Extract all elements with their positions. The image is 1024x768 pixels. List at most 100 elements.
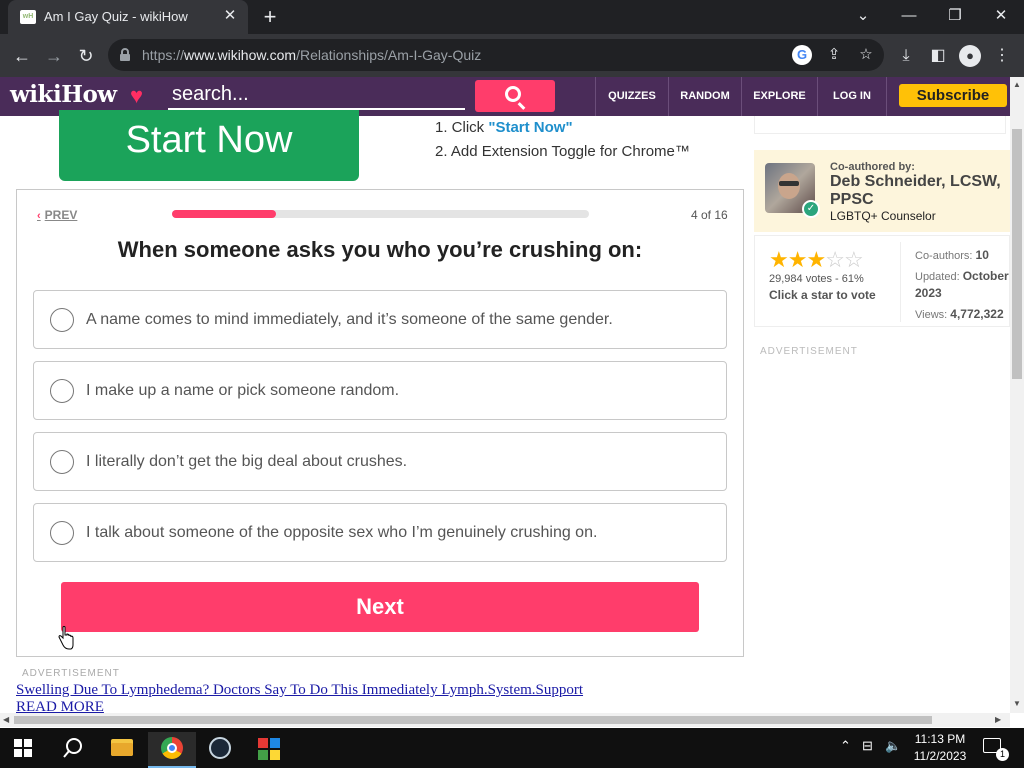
star-empty-icon[interactable]: ☆ — [825, 247, 845, 272]
author-box: ✓ Co-authored by: Deb Schneider, LCSW, P… — [754, 150, 1010, 232]
url-text[interactable]: https://www.wikihow.com/Relationships/Am… — [142, 47, 481, 63]
ad-link[interactable]: Swelling Due To Lymphedema? Doctors Say … — [16, 682, 583, 699]
minimize-icon[interactable]: — — [886, 0, 932, 34]
read-more-link[interactable]: READ MORE — [16, 699, 104, 713]
site-search-field[interactable] — [168, 81, 465, 110]
restore-icon[interactable]: ❐ — [932, 0, 978, 34]
side-panel-icon[interactable]: ◧ — [927, 45, 949, 67]
tab-title: Am I Gay Quiz - wikiHow — [44, 9, 188, 24]
subscribe-button[interactable]: Subscribe — [899, 84, 1007, 107]
hand-cursor-icon — [58, 626, 74, 650]
scroll-right-icon[interactable]: ▶ — [995, 715, 1001, 724]
profile-icon[interactable]: ● — [959, 45, 981, 67]
progress-bar-fill — [172, 210, 277, 218]
search-input[interactable] — [168, 81, 465, 108]
answer-option[interactable]: A name comes to mind immediately, and it… — [33, 290, 727, 349]
answer-option[interactable]: I literally don’t get the big deal about… — [33, 432, 727, 491]
windows-start-icon[interactable] — [14, 739, 32, 757]
forward-icon[interactable]: → — [40, 42, 68, 70]
updated-meta: Updated: October 2023 — [915, 269, 1009, 300]
chrome-taskbar-icon[interactable] — [148, 732, 196, 768]
answer-option-label: A name comes to mind immediately, and it… — [86, 311, 613, 328]
nav-login[interactable]: LOG IN — [817, 77, 887, 116]
radio-button-icon[interactable] — [50, 450, 74, 474]
scroll-left-icon[interactable]: ◀ — [3, 715, 9, 724]
wikihow-logo[interactable]: wikiHow — [10, 81, 117, 108]
extension-steps: 1. Click "Start Now" 2. Add Extension To… — [435, 116, 690, 164]
answer-option[interactable]: I talk about someone of the opposite sex… — [33, 503, 727, 562]
nav-explore[interactable]: EXPLORE — [741, 77, 817, 116]
network-icon[interactable]: ⊟ — [862, 738, 873, 754]
google-lens-icon[interactable]: G — [792, 45, 812, 65]
scroll-up-icon[interactable]: ▲ — [1013, 80, 1021, 89]
bookmark-star-icon[interactable]: ☆ — [856, 45, 876, 65]
clock-time: 11:13 PM — [914, 732, 966, 746]
browser-tab[interactable]: wH Am I Gay Quiz - wikiHow ✕ — [8, 0, 248, 34]
browser-toolbar: ← → ↻ https://www.wikihow.com/Relationsh… — [0, 34, 1024, 77]
views-meta: Views: 4,772,322 — [915, 307, 1004, 321]
heart-logo-icon: ♥ — [130, 83, 144, 108]
scrollbar-thumb[interactable] — [14, 716, 932, 724]
close-tab-icon[interactable]: ✕ — [220, 6, 240, 26]
answer-option-label: I talk about someone of the opposite sex… — [86, 524, 598, 541]
divider — [900, 242, 901, 322]
close-window-icon[interactable]: ✕ — [978, 0, 1024, 34]
reload-icon[interactable]: ↻ — [72, 42, 100, 70]
vote-count: 29,984 votes - 61% — [769, 273, 864, 285]
share-icon[interactable]: ⇪ — [824, 45, 844, 65]
search-button[interactable] — [475, 80, 555, 112]
radio-button-icon[interactable] — [50, 308, 74, 332]
taskbar-search-icon[interactable] — [62, 737, 84, 759]
answer-option[interactable]: I make up a name or pick someone random. — [33, 361, 727, 420]
ad-label: ADVERTISEMENT — [22, 668, 120, 679]
star-filled-icon[interactable]: ★ — [769, 247, 789, 272]
star-filled-icon[interactable]: ★ — [806, 247, 826, 272]
rating-box: ★★★☆☆ 29,984 votes - 61% Click a star to… — [754, 235, 1010, 327]
file-explorer-icon[interactable] — [98, 732, 146, 768]
star-filled-icon[interactable]: ★ — [788, 247, 808, 272]
question-text: When someone asks you who you’re crushin… — [117, 237, 643, 262]
extension-step-1: 1. Click "Start Now" — [435, 119, 573, 136]
browser-tab-bar: wH Am I Gay Quiz - wikiHow ✕ + ⌄ — ❐ ✕ — [0, 0, 1024, 34]
back-icon[interactable]: ← — [8, 42, 36, 70]
app-grid-icon[interactable] — [245, 732, 293, 768]
tray-chevron-up-icon[interactable]: ⌃ — [840, 738, 851, 754]
vertical-scrollbar[interactable]: ▲ ▼ — [1010, 77, 1024, 713]
scroll-down-icon[interactable]: ▼ — [1013, 699, 1021, 708]
notification-badge: 1 — [996, 748, 1009, 761]
author-name[interactable]: Deb Schneider, LCSW, PPSC — [830, 173, 1008, 209]
wikihow-favicon-icon: wH — [20, 10, 36, 24]
answer-option-label: I make up a name or pick someone random. — [86, 382, 400, 399]
start-now-link[interactable]: "Start Now" — [488, 119, 572, 136]
volume-muted-icon[interactable]: 🔈 — [885, 738, 901, 754]
start-now-button[interactable]: Start Now — [59, 110, 359, 181]
vote-prompt: Click a star to vote — [769, 288, 876, 302]
next-button[interactable]: Next — [61, 582, 699, 632]
chevron-left-icon: ‹ — [37, 210, 41, 222]
taskbar-clock[interactable]: 11:13 PM 11/2/2023 — [910, 731, 970, 765]
verified-check-icon: ✓ — [802, 200, 820, 218]
nav-quizzes[interactable]: QUIZZES — [595, 77, 668, 116]
taskbar: ⌃ ⊟ 🔈 11:13 PM 11/2/2023 1 — [0, 728, 1024, 768]
sidebar-top-box — [754, 116, 1006, 134]
nav-random[interactable]: RANDOM — [668, 77, 741, 116]
extension-step-2: 2. Add Extension Toggle for Chrome™ — [435, 143, 690, 160]
menu-kebab-icon[interactable]: ⋮ — [991, 45, 1013, 67]
answer-option-label: I literally don’t get the big deal about… — [86, 453, 408, 470]
horizontal-scrollbar[interactable]: ◀ ▶ — [0, 713, 1010, 727]
star-empty-icon[interactable]: ☆ — [844, 247, 864, 272]
coauthored-label: Co-authored by: — [830, 161, 915, 173]
scrollbar-thumb[interactable] — [1012, 129, 1022, 379]
sidebar-ad-label: ADVERTISEMENT — [760, 346, 858, 357]
new-tab-icon[interactable]: + — [258, 5, 282, 29]
address-bar[interactable]: https://www.wikihow.com/Relationships/Am… — [108, 39, 884, 71]
radio-button-icon[interactable] — [50, 521, 74, 545]
progress-bar — [172, 210, 589, 218]
steam-icon[interactable] — [196, 732, 244, 768]
download-icon[interactable]: ⤓ — [895, 45, 917, 67]
prev-button[interactable]: ‹ PREV — [37, 208, 77, 222]
author-title: LGBTQ+ Counselor — [830, 209, 936, 223]
tab-search-icon[interactable]: ⌄ — [840, 0, 886, 34]
radio-button-icon[interactable] — [50, 379, 74, 403]
star-rating[interactable]: ★★★☆☆ — [769, 247, 864, 273]
